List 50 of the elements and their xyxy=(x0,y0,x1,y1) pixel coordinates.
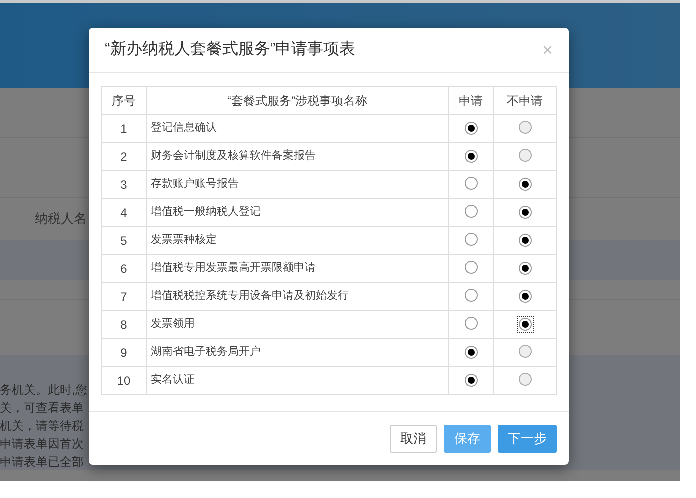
table-cell: 增值税税控系统专用设备申请及初始发行 xyxy=(146,282,449,310)
radio-button[interactable] xyxy=(464,261,478,274)
radio-button[interactable] xyxy=(518,178,532,191)
dialog-button[interactable]: 下一步 xyxy=(498,425,557,453)
table-cell: 1 xyxy=(102,114,146,142)
table-cell: 湖南省电子税务局开户 xyxy=(146,338,449,366)
notice-text: 申请表单因首次 xyxy=(0,436,84,453)
table-cell: 4 xyxy=(102,198,146,226)
table-cell: 10 xyxy=(102,366,146,394)
dialog-title: “新办纳税人套餐式服务”申请事项表 xyxy=(105,40,356,60)
dialog-button[interactable]: 保存 xyxy=(444,425,491,453)
table-cell: 增值税专用发票最高开票限额申请 xyxy=(146,254,449,282)
radio-button[interactable] xyxy=(464,317,478,330)
radio-button[interactable] xyxy=(464,374,478,387)
radio-button[interactable] xyxy=(518,262,532,275)
table-cell: 发票领用 xyxy=(146,310,449,338)
radio-button[interactable] xyxy=(518,234,532,247)
radio-button[interactable] xyxy=(464,122,478,135)
radio-button[interactable] xyxy=(464,177,478,190)
table-cell: 5 xyxy=(102,226,146,254)
column-header: 序号 xyxy=(102,86,146,114)
column-header: 不申请 xyxy=(494,86,556,114)
table-cell: 财务会计制度及核算软件备案报告 xyxy=(146,142,449,170)
table-cell: 实名认证 xyxy=(146,366,449,394)
table-cell: 9 xyxy=(102,338,146,366)
table-cell: 3 xyxy=(102,170,146,198)
radio-button[interactable] xyxy=(464,346,478,359)
table-cell: 增值税一般纳税人登记 xyxy=(146,198,449,226)
dialog-button[interactable]: 取消 xyxy=(390,425,437,453)
radio-button[interactable] xyxy=(518,290,532,303)
table-cell: 8 xyxy=(102,310,146,338)
table-cell: 登记信息确认 xyxy=(146,114,449,142)
table-cell: 6 xyxy=(102,254,146,282)
table-cell: 2 xyxy=(102,142,146,170)
notice-text: 申请表单已全部 xyxy=(0,454,84,471)
radio-button[interactable] xyxy=(464,205,478,218)
close-button[interactable]: × xyxy=(542,41,553,59)
radio-button[interactable] xyxy=(464,233,478,246)
radio-button[interactable] xyxy=(464,150,478,163)
radio-button[interactable] xyxy=(464,289,478,302)
table-cell: 存款账户账号报告 xyxy=(146,170,449,198)
column-header: 纳税人名 xyxy=(35,210,87,228)
table-cell: 7 xyxy=(102,282,146,310)
column-header: 申请 xyxy=(448,86,494,114)
radio-button[interactable] xyxy=(518,206,532,219)
notice-text: 务机关。此时,您 xyxy=(0,382,88,399)
column-header: “套餐式服务”涉税事项名称 xyxy=(146,86,449,114)
table-cell: 发票票种核定 xyxy=(146,226,449,254)
notice-text: 关，可查看表单 xyxy=(0,400,84,417)
notice-text: 机关，请等待税 xyxy=(0,418,84,435)
